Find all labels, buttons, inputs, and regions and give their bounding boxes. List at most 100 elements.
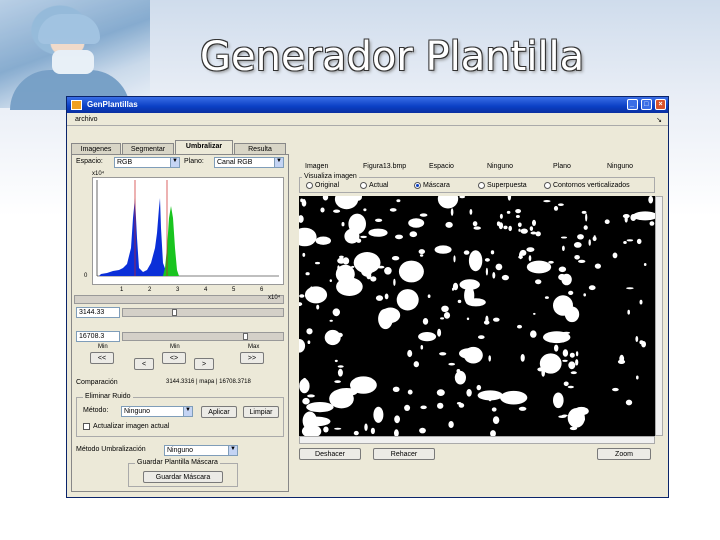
mask-blob bbox=[520, 354, 525, 362]
undo-button[interactable]: Deshacer bbox=[299, 448, 361, 460]
maximize-icon[interactable]: □ bbox=[640, 99, 652, 110]
mask-blob bbox=[309, 286, 314, 293]
mask-blob bbox=[501, 274, 509, 281]
mask-blob bbox=[409, 231, 418, 238]
mask-blob bbox=[302, 397, 310, 405]
histogram-plot bbox=[92, 177, 284, 285]
chevron-down-icon[interactable]: ▼ bbox=[228, 446, 237, 455]
mask-blob bbox=[337, 365, 344, 368]
threshold-high-slider[interactable] bbox=[122, 332, 284, 341]
mask-blob bbox=[329, 319, 333, 322]
update-image-checkbox[interactable] bbox=[83, 423, 90, 430]
histogram-x-exponent: x10⁴ bbox=[268, 295, 281, 301]
space-header-value: Ninguno bbox=[487, 163, 514, 170]
mask-blob bbox=[422, 318, 429, 325]
close-icon[interactable]: × bbox=[655, 99, 666, 110]
mask-blob bbox=[488, 355, 491, 362]
mask-blob bbox=[350, 376, 377, 394]
view-original-radio[interactable] bbox=[306, 182, 313, 189]
view-contours-radio[interactable] bbox=[544, 182, 551, 189]
plane-label: Plano: bbox=[184, 158, 204, 165]
minimize-icon[interactable]: _ bbox=[626, 99, 638, 110]
plane-select[interactable]: Canal RGB ▼ bbox=[214, 157, 284, 168]
chevron-down-icon[interactable]: ▼ bbox=[170, 158, 179, 167]
threshold-high-thumb[interactable] bbox=[243, 333, 248, 340]
mask-blob bbox=[320, 207, 325, 213]
noise-apply-button[interactable]: Aplicar bbox=[201, 406, 237, 418]
mask-blob bbox=[575, 351, 579, 357]
save-mask-button[interactable]: Guardar Máscara bbox=[143, 471, 223, 483]
mask-blob bbox=[334, 427, 342, 430]
mask-blob bbox=[544, 296, 549, 299]
step-right-button[interactable]: > bbox=[194, 358, 214, 370]
surgeon-photo bbox=[0, 0, 150, 110]
space-value: RGB bbox=[117, 159, 133, 166]
umbral-method-select[interactable]: Ninguno ▼ bbox=[164, 445, 238, 456]
space-select[interactable]: RGB ▼ bbox=[114, 157, 180, 168]
dock-arrow-icon[interactable]: ↘ bbox=[656, 116, 662, 124]
mask-blob bbox=[573, 242, 582, 248]
step-center-button[interactable]: <> bbox=[162, 352, 186, 364]
mask-blob bbox=[448, 362, 455, 366]
view-overlay-radio[interactable] bbox=[478, 182, 485, 189]
threshold-low-thumb[interactable] bbox=[172, 309, 177, 316]
compare-label: Comparación bbox=[76, 379, 118, 386]
window-titlebar[interactable]: GenPlantillas _ □ × bbox=[67, 97, 668, 113]
mask-blob bbox=[469, 209, 473, 215]
mask-blob bbox=[588, 285, 596, 291]
mask-blob bbox=[392, 386, 400, 392]
mask-blob bbox=[578, 259, 586, 263]
view-actual-radio[interactable] bbox=[360, 182, 367, 189]
mask-blob bbox=[436, 389, 445, 396]
mask-blob bbox=[567, 408, 585, 428]
mask-blob bbox=[364, 423, 368, 431]
mask-blob bbox=[334, 196, 359, 210]
mask-blob bbox=[548, 260, 554, 264]
mask-blob bbox=[445, 221, 453, 228]
mask-blob bbox=[463, 250, 470, 255]
mask-blob bbox=[437, 402, 444, 409]
noise-clear-button[interactable]: Limpiar bbox=[243, 406, 279, 418]
histogram-tick-3: 3 bbox=[176, 287, 180, 293]
mask-blob bbox=[478, 335, 485, 339]
histogram-tick-0: 0 bbox=[84, 273, 88, 279]
mask-blob bbox=[408, 218, 425, 228]
noise-method-select[interactable]: Ninguno ▼ bbox=[121, 406, 193, 417]
step-far-left-button[interactable]: << bbox=[90, 352, 114, 364]
mask-blob bbox=[583, 225, 588, 230]
mask-blob bbox=[454, 370, 466, 385]
histogram-tick-4: 4 bbox=[204, 287, 208, 293]
tab-umbralizar[interactable]: Umbralizar bbox=[175, 140, 233, 155]
app-icon bbox=[71, 100, 82, 110]
threshold-low-input[interactable]: 3144.33 bbox=[76, 307, 120, 318]
redo-button[interactable]: Rehacer bbox=[373, 448, 435, 460]
mask-blob bbox=[492, 416, 500, 424]
mask-blob bbox=[452, 287, 454, 291]
threshold-high-input[interactable]: 16708.3 bbox=[76, 331, 120, 342]
mask-blob bbox=[334, 359, 338, 363]
chevron-down-icon[interactable]: ▼ bbox=[183, 407, 192, 416]
mask-blob bbox=[353, 252, 381, 274]
mask-blob bbox=[526, 260, 552, 274]
chevron-down-icon[interactable]: ▼ bbox=[274, 158, 283, 167]
mask-blob bbox=[493, 317, 500, 322]
step-far-right-button[interactable]: >> bbox=[240, 352, 264, 364]
mask-blob bbox=[561, 273, 572, 286]
range-slider[interactable] bbox=[74, 295, 284, 304]
image-vertical-scrollbar[interactable] bbox=[655, 196, 663, 436]
menu-archivo[interactable]: archivo bbox=[75, 116, 98, 123]
image-horizontal-scrollbar[interactable] bbox=[299, 436, 655, 444]
mask-blob bbox=[384, 293, 389, 300]
step-left-button[interactable]: < bbox=[134, 358, 154, 370]
mask-blob bbox=[420, 405, 427, 410]
mask-blob bbox=[315, 261, 320, 265]
mask-blob bbox=[394, 429, 399, 436]
mask-blob bbox=[560, 236, 568, 239]
mask-blob bbox=[577, 234, 584, 240]
view-mask-radio[interactable] bbox=[414, 182, 421, 189]
mask-blob bbox=[440, 317, 445, 320]
mask-image-view[interactable] bbox=[299, 196, 655, 436]
zoom-button[interactable]: Zoom bbox=[597, 448, 651, 460]
mask-blob bbox=[324, 329, 341, 346]
threshold-low-slider[interactable] bbox=[122, 308, 284, 317]
